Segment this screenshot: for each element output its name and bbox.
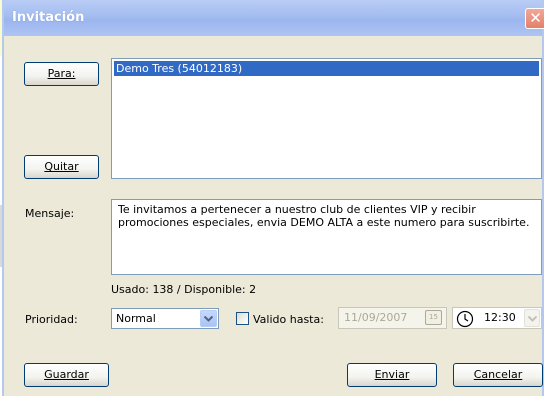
- cancel-button-label: Cancelar: [473, 368, 523, 381]
- message-textarea[interactable]: Te invitamos a pertenecer a nuestro club…: [111, 199, 542, 275]
- message-label: Mensaje:: [25, 207, 75, 220]
- valid-until-time[interactable]: 12:30: [452, 307, 542, 329]
- title-bar[interactable]: Invitación ✕: [4, 0, 544, 36]
- priority-label: Prioridad:: [25, 313, 78, 326]
- remove-button[interactable]: Quitar: [24, 155, 99, 179]
- valid-until-date[interactable]: 11/09/2007 15: [338, 307, 447, 329]
- invitation-dialog: Invitación ✕ Para: Demo Tres (54012183) …: [2, 0, 544, 396]
- priority-value: Normal: [116, 312, 156, 325]
- clock-icon: [456, 310, 474, 331]
- calendar-icon[interactable]: 15: [425, 310, 442, 325]
- cancel-button[interactable]: Cancelar: [453, 363, 543, 387]
- usage-counter: Usado: 138 / Disponible: 2: [111, 283, 257, 296]
- valid-until-checkbox[interactable]: [236, 312, 249, 325]
- valid-until-label: Valido hasta:: [253, 313, 324, 326]
- window-title: Invitación: [12, 10, 85, 25]
- close-icon: ✕: [529, 9, 542, 27]
- date-value: 11/09/2007: [344, 311, 408, 324]
- time-value: 12:30: [484, 311, 516, 324]
- chevron-down-icon[interactable]: [200, 310, 217, 327]
- save-button[interactable]: Guardar: [24, 363, 109, 387]
- to-button[interactable]: Para:: [24, 62, 99, 86]
- remove-button-label: Quitar: [44, 160, 79, 173]
- recipients-list[interactable]: Demo Tres (54012183): [111, 58, 542, 179]
- list-item[interactable]: Demo Tres (54012183): [114, 61, 539, 76]
- priority-select[interactable]: Normal: [111, 308, 219, 329]
- save-button-label: Guardar: [44, 368, 89, 381]
- chevron-down-icon[interactable]: [524, 309, 540, 327]
- send-button-label: Enviar: [374, 368, 410, 381]
- to-button-label: Para:: [47, 67, 76, 80]
- send-button[interactable]: Enviar: [347, 363, 437, 387]
- close-button[interactable]: ✕: [525, 8, 544, 29]
